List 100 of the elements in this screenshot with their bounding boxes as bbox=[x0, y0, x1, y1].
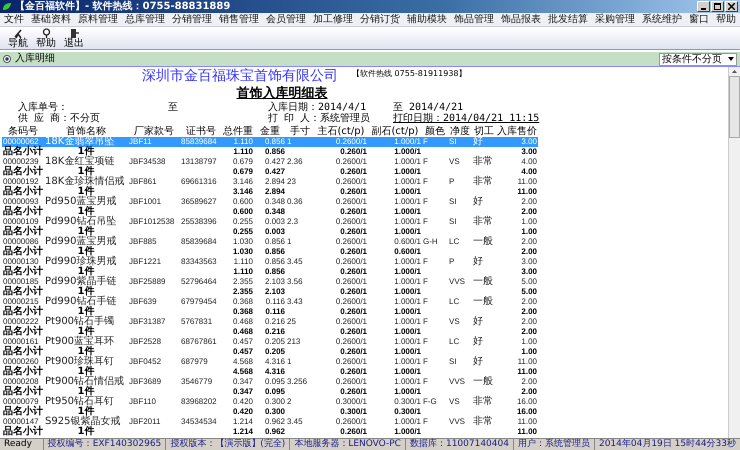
minimize-button[interactable] bbox=[697, 1, 710, 12]
table-cell-text: 3.00 bbox=[520, 257, 538, 267]
table-cell-text: 0.2600/1 bbox=[334, 377, 368, 387]
table-cell-text: 25 bbox=[286, 317, 297, 327]
menu-item[interactable]: 原料管理 bbox=[78, 14, 118, 26]
close-button[interactable] bbox=[725, 1, 738, 12]
table-cell-text: 1.00 bbox=[520, 347, 538, 357]
subtotal-label: 品名小计 bbox=[2, 387, 44, 397]
telescope-icon bbox=[12, 28, 24, 38]
table-row[interactable]: 00000192 18K金珍珠情侣戒 JBF861 69661316 3.146 2.894 23 0.2600/1 1.000/1 F P 非常 11.00 bbox=[2, 177, 538, 187]
maximize-button[interactable] bbox=[711, 1, 724, 12]
subtotal-label: 品名小计 bbox=[2, 227, 44, 237]
page-mode-dropdown[interactable]: 按条件不分页 bbox=[659, 52, 737, 66]
table-cell-text: 00000109 bbox=[2, 217, 39, 226]
table-cell-text: F bbox=[422, 417, 429, 427]
table-cell-text: 11.00 bbox=[516, 357, 538, 367]
table-row[interactable]: 00000079 Pt950钻石耳钉 JBF110 83968202 0.420 0.300 2 0.3000/1 0.300/1 F-G VS 非常 16.00 bbox=[2, 397, 538, 407]
menu-item[interactable]: 基础资料 bbox=[31, 14, 71, 26]
table-cell-text: 00000215 bbox=[2, 297, 39, 306]
menu-item[interactable]: 批发结算 bbox=[548, 14, 588, 26]
table-cell-text: 0.36 bbox=[286, 197, 304, 207]
table-cell-text: 0.2600/1 bbox=[334, 217, 368, 227]
toolbar-button[interactable]: 退出 bbox=[62, 28, 86, 48]
table-cell-text: 1 bbox=[286, 137, 292, 147]
menu-item[interactable]: 饰品报表 bbox=[501, 14, 541, 26]
table-row[interactable]: 00000147 S925银紫晶女戒 JBF2011 34534534 1.214 0.962 3.45 0.2600/1 1.000/1 F VVS 非常 11.00 bbox=[2, 417, 538, 427]
table-cell-text: 1.000/1 bbox=[393, 287, 422, 297]
table-cell-text: 0.260/1 bbox=[339, 227, 368, 237]
table-cell-text: 5.00 bbox=[520, 287, 538, 297]
table-cell-text: 0.468 bbox=[232, 327, 254, 337]
table-cell-text: Pt900蓝宝耳环 bbox=[44, 337, 116, 347]
table-row[interactable]: 00000208 Pt900钻石情侣戒 JBF3689 3546779 0.347 0.095 3.256 0.2600/1 1.000/1 F VVS 一般 2.00 bbox=[2, 377, 538, 387]
menu-item[interactable]: 帮助 bbox=[716, 14, 736, 26]
table-cell-text: 0.260/1 bbox=[339, 147, 368, 157]
table-row[interactable]: 00000215 Pd990钻石手链 JBF639 67979454 0.368 0.116 3.43 0.2600/1 1.000/1 F LC 一般 2.00 bbox=[2, 297, 538, 307]
table-cell-text: 1.000/1 bbox=[393, 137, 422, 147]
menu-item[interactable]: 销售管理 bbox=[219, 14, 259, 26]
subtotal-label: 品名小计 bbox=[2, 187, 44, 197]
up-arrow-icon[interactable] bbox=[732, 70, 737, 73]
table-cell-text: 11.00 bbox=[516, 427, 538, 437]
panel-title: 入库明细 bbox=[15, 53, 55, 65]
table-cell-text: 00000147 bbox=[2, 417, 39, 426]
table-cell-text: 0.260/1 bbox=[339, 327, 368, 337]
table-cell-text: 1.030 bbox=[232, 247, 254, 257]
table-row[interactable]: 00000130 Pd990珍珠男戒 JBF1221 83343563 1.110 0.856 3.45 0.2600/1 1.000/1 F P 好 3.00 bbox=[2, 257, 538, 267]
table-cell-text: F bbox=[422, 157, 429, 167]
table-row[interactable]: 00000161 Pt900蓝宝耳环 JBF2528 68767861 0.457 0.205 213 0.2600/1 1.000/1 F LC 好 1.00 bbox=[2, 337, 538, 347]
table-cell-text: 0.116 bbox=[264, 297, 286, 307]
table-cell-text: 1件 bbox=[78, 227, 94, 237]
subtotal-label: 品名小计 bbox=[2, 207, 44, 217]
table-cell-text: 1件 bbox=[78, 407, 94, 417]
table-cell-text: 0.856 bbox=[264, 137, 286, 147]
table-cell-text: 1.000/1 bbox=[393, 417, 422, 427]
menu-item[interactable]: 窗口 bbox=[689, 14, 709, 26]
table-cell-text: 0.3000/1 bbox=[334, 397, 368, 407]
table-cell-text: 00000079 bbox=[2, 397, 39, 406]
table-row[interactable]: 00000185 Pd990紫晶手链 JBF25889 52796464 2.355 2.103 3.56 0.2600/1 1.000/1 F VVS 一般 5.00 bbox=[2, 277, 538, 287]
table-cell-text: 好 bbox=[472, 317, 484, 327]
table-cell-text: 0.205 bbox=[264, 347, 286, 357]
table-cell-text: 0.2600/1 bbox=[334, 237, 368, 247]
menu-item[interactable]: 饰品管理 bbox=[454, 14, 494, 26]
table-cell-text: VS bbox=[448, 157, 461, 167]
table-row[interactable]: 00000239 18K金红宝项链 JBF34538 13138797 0.679 0.427 2.36 0.2600/1 1.000/1 F VS 非常 4.00 bbox=[2, 157, 538, 167]
menu-item[interactable]: 分销订货 bbox=[360, 14, 400, 26]
table-row[interactable]: 00000086 Pd990蓝宝男戒 JBF885 85839684 1.030 0.856 1 0.2600/1 0.600/1 G-H LC 一般 2.00 bbox=[2, 237, 538, 247]
menu-item[interactable]: 系统维护 bbox=[642, 14, 682, 26]
toolbar-button[interactable]: 帮助 bbox=[34, 28, 58, 48]
table-row[interactable]: 00000260 Pt900珍珠耳钉 JBF0452 687979 4.568 4.316 1 0.2600/1 1.000/1 F SI 好 11.00 bbox=[2, 357, 538, 367]
scrollbar[interactable] bbox=[728, 67, 740, 438]
toolbar-button[interactable]: 导航 bbox=[6, 28, 30, 48]
table-cell-text: VVS bbox=[448, 417, 466, 427]
table-cell-text: SI bbox=[448, 197, 458, 207]
table-cell-text: 00000239 bbox=[2, 157, 39, 166]
table-cell-text: JBF861 bbox=[128, 177, 158, 187]
table-row[interactable]: 00000222 Pt900钻石手镯 JBF31387 5767831 0.468 0.216 25 0.2600/1 1.000/1 F VS 好 2.00 bbox=[2, 317, 538, 327]
table-cell-text: 一般 bbox=[472, 237, 494, 247]
table-cell-text: 0.205 bbox=[264, 337, 286, 347]
info-text: 打印日期：2014/04/21 11:15 bbox=[393, 113, 540, 124]
table-cell-text: 2.00 bbox=[520, 207, 538, 217]
subtotal-label: 品名小计 bbox=[2, 167, 44, 177]
scroll-thumb[interactable] bbox=[729, 76, 740, 138]
menu-item[interactable]: 总库管理 bbox=[125, 14, 165, 26]
menu-item[interactable]: 会员管理 bbox=[266, 14, 306, 26]
menu-item[interactable]: 文件 bbox=[4, 14, 24, 26]
menu-item[interactable]: 采购管理 bbox=[595, 14, 635, 26]
column-header: 入库售价 bbox=[496, 127, 538, 137]
table-cell-text: 83968202 bbox=[180, 397, 218, 407]
table-row[interactable]: 00000093 Pd950蓝宝男戒 JBF1001 36589627 0.600 0.348 0.36 0.2600/1 1.000/1 F SI 好 2.00 bbox=[2, 197, 538, 207]
table-cell-text: VVS bbox=[448, 277, 466, 287]
table-row[interactable]: 00000109 Pd990钻石吊坠 JBF1012538 25538396 0.255 0.003 2.3 0.2600/1 1.000/1 F SI 非常 1.00 bbox=[2, 217, 538, 227]
table-cell-text: 36589627 bbox=[180, 197, 218, 207]
table-cell-text: 1.000/1 bbox=[393, 337, 422, 347]
table-cell-text: F bbox=[422, 277, 429, 287]
menu-item[interactable]: 分销管理 bbox=[172, 14, 212, 26]
table-cell-text: 0.856 bbox=[264, 267, 286, 277]
subtotal-label: 品名小计 bbox=[2, 367, 44, 377]
menu-item[interactable]: 加工修理 bbox=[313, 14, 353, 26]
table-cell-text: 3.146 bbox=[232, 187, 254, 197]
menu-item[interactable]: 辅助模块 bbox=[407, 14, 447, 26]
table-cell-text: 68767861 bbox=[180, 337, 218, 347]
